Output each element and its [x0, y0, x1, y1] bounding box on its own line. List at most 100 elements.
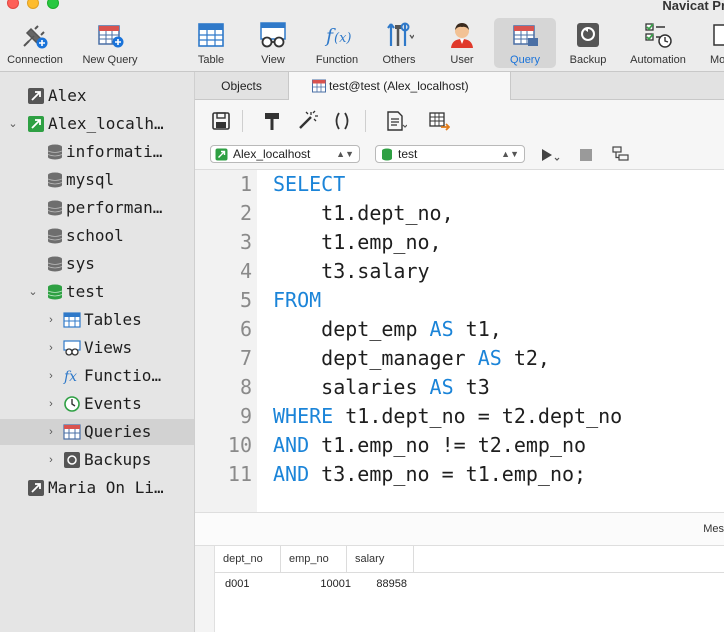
connection-select[interactable]: Alex_localhost ▲▼: [210, 145, 360, 163]
automation-button[interactable]: Automation: [624, 18, 692, 68]
tree-item-sys[interactable]: sys: [0, 251, 194, 277]
backup-button[interactable]: Backup: [564, 18, 612, 68]
column-header[interactable]: dept_no: [215, 546, 281, 572]
tab-message[interactable]: Mes: [703, 523, 724, 535]
connection-active-icon: [215, 148, 228, 161]
user-button[interactable]: User: [440, 18, 484, 68]
query-grid-icon: [513, 25, 538, 46]
table-cell[interactable]: 88958: [347, 574, 407, 594]
column-header[interactable]: emp_no: [281, 546, 347, 572]
connection-icon: [28, 480, 44, 496]
tree-item-performance-schema[interactable]: performance_schema: [0, 195, 194, 221]
select-arrows-icon: ▲▼: [336, 149, 354, 159]
stop-icon[interactable]: [579, 148, 593, 162]
database-icon: [47, 200, 63, 216]
code-line: t1.dept_no,: [273, 201, 454, 225]
database-icon: [47, 256, 63, 272]
explain-icon[interactable]: [611, 145, 631, 165]
text-document-icon[interactable]: [385, 110, 407, 132]
result-tab-bar: Mes: [195, 512, 724, 546]
tree-item-test[interactable]: ⌄ test: [0, 279, 194, 305]
result-grid: dept_no emp_no salary d001 10001 88958: [195, 546, 724, 632]
new-query-button[interactable]: New Query: [76, 18, 144, 68]
toolbar-separator: [242, 110, 243, 132]
expand-chevron-icon[interactable]: ›: [44, 391, 58, 417]
function-fx-icon: f (x): [324, 25, 351, 47]
expand-chevron-icon[interactable]: ›: [44, 307, 58, 333]
result-row-gutter: [195, 546, 215, 632]
column-header[interactable]: salary: [347, 546, 414, 572]
tree-item-views[interactable]: › Views: [0, 335, 194, 361]
svg-text:fx: fx: [63, 369, 77, 385]
beautify-wand-icon[interactable]: [296, 110, 318, 132]
code-line: t1.emp_no,: [273, 230, 442, 254]
code-line: dept_manager AS t2,: [273, 346, 550, 370]
view-glasses-icon: [260, 22, 286, 48]
header-divider: [215, 572, 724, 573]
tree-item-alex[interactable]: Alex: [0, 83, 194, 109]
save-icon[interactable]: [210, 110, 232, 132]
window-maximize-button[interactable]: [47, 0, 59, 9]
tree-item-maria-on-linux[interactable]: Maria On Linux: [0, 475, 194, 501]
expand-chevron-icon[interactable]: ›: [44, 363, 58, 389]
database-active-icon: [382, 148, 392, 161]
query-builder-hammer-icon[interactable]: [261, 110, 283, 132]
tree-item-tables[interactable]: › Tables: [0, 307, 194, 333]
run-play-icon[interactable]: [540, 147, 562, 163]
sql-editor[interactable]: 1 2 3 4 5 6 7 8 9 10 11 SELECT t1.dept_n…: [195, 170, 724, 512]
table-cell[interactable]: 10001: [281, 574, 351, 594]
svg-text:(x): (x): [334, 31, 351, 46]
more-button[interactable]: Mo: [706, 18, 724, 68]
expand-chevron-icon[interactable]: ›: [44, 419, 58, 445]
query-toolbar: Alex_localhost ▲▼ test ▲▼: [195, 100, 724, 170]
database-icon: [47, 228, 63, 244]
view-button[interactable]: View: [252, 18, 294, 68]
select-arrows-icon: ▲▼: [501, 149, 519, 159]
database-icon: [47, 144, 63, 160]
connection-tree-sidebar: Alex ⌄ Alex_localhost information_schema: [0, 72, 195, 632]
automation-checklist-icon: [645, 23, 672, 48]
database-icon: [47, 172, 63, 188]
code-snippet-parentheses-icon[interactable]: [331, 110, 353, 132]
code-line: AND t3.emp_no = t1.emp_no;: [273, 462, 587, 486]
query-button[interactable]: Query: [494, 18, 556, 68]
tree-item-events[interactable]: › Events: [0, 391, 194, 417]
tree-item-queries[interactable]: › Queries: [0, 419, 194, 445]
export-results-icon[interactable]: [428, 110, 450, 132]
tree-item-school[interactable]: school: [0, 223, 194, 249]
tools-icon: [387, 22, 414, 46]
tree-item-functions[interactable]: › fx Functions: [0, 363, 194, 389]
tree-item-alex-localhost[interactable]: ⌄ Alex_localhost: [0, 111, 194, 137]
database-active-icon: [47, 284, 63, 300]
tree-item-information-schema[interactable]: information_schema: [0, 139, 194, 165]
code-line: dept_emp AS t1,: [273, 317, 502, 341]
expand-chevron-icon[interactable]: ›: [44, 447, 58, 473]
tab-objects[interactable]: Objects: [195, 72, 289, 100]
table-grid-icon: [198, 23, 224, 47]
code-line: FROM: [273, 288, 322, 312]
tree-item-mysql[interactable]: mysql: [0, 167, 194, 193]
line-number-gutter: 1 2 3 4 5 6 7 8 9 10 11: [195, 170, 257, 512]
window-close-button[interactable]: [7, 0, 19, 9]
database-select[interactable]: test ▲▼: [375, 145, 525, 163]
others-button[interactable]: Others: [376, 18, 422, 68]
queries-icon: [63, 424, 81, 440]
events-clock-icon: [64, 396, 80, 412]
tab-query-editor[interactable]: test@test (Alex_localhost): [289, 72, 511, 100]
code-line: SELECT: [273, 172, 346, 196]
connection-plug-icon: [23, 25, 48, 49]
more-icon: [713, 24, 724, 46]
collapse-chevron-icon[interactable]: ⌄: [6, 111, 20, 137]
function-button[interactable]: f (x) Function: [310, 18, 364, 68]
expand-chevron-icon[interactable]: ›: [44, 335, 58, 361]
connection-active-icon: [28, 116, 44, 132]
table-button[interactable]: Table: [188, 18, 234, 68]
table-cell[interactable]: d001: [225, 574, 281, 594]
collapse-chevron-icon[interactable]: ⌄: [26, 279, 40, 305]
connection-icon: [28, 88, 44, 104]
connection-button[interactable]: Connection: [0, 18, 70, 68]
window-minimize-button[interactable]: [27, 0, 39, 9]
tree-item-backups[interactable]: › Backups: [0, 447, 194, 473]
backup-icon: [577, 23, 599, 47]
views-icon: [63, 340, 81, 356]
